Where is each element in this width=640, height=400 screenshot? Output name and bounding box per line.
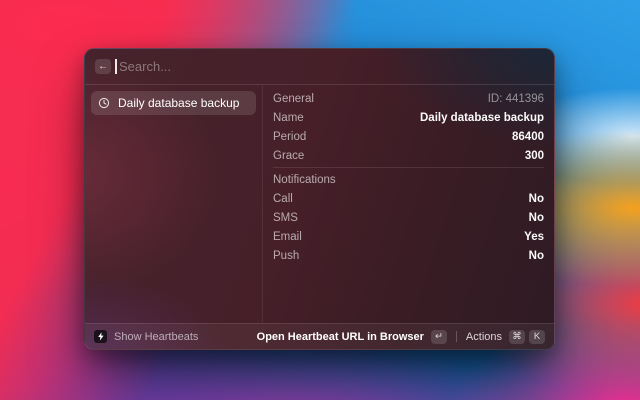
detail-row-value: Daily database backup [420, 112, 544, 124]
detail-row-label: Grace [273, 150, 304, 162]
results-list: Daily database backup [85, 85, 262, 323]
detail-row-label: SMS [273, 212, 298, 224]
command-name-label: Show Heartbeats [114, 331, 198, 343]
k-key: K [529, 330, 545, 344]
detail-row-value: ID: 441396 [488, 93, 544, 105]
actions-menu-button[interactable]: Actions [466, 331, 502, 343]
detail-row-value: Yes [524, 231, 544, 243]
command-key-icon: ⌘ [509, 330, 525, 344]
detail-row: Push No [273, 246, 544, 265]
detail-row-label: General [273, 93, 314, 105]
detail-row-label: Name [273, 112, 304, 124]
command-palette-window: ← Daily database backup General ID: 4413… [84, 48, 555, 350]
list-item-label: Daily database backup [118, 96, 239, 110]
detail-row-label: Push [273, 250, 299, 262]
detail-section-header: General ID: 441396 [273, 89, 544, 108]
detail-row-value: No [529, 212, 544, 224]
detail-row-label: Notifications [273, 174, 336, 186]
detail-panel: General ID: 441396 Name Daily database b… [263, 85, 554, 323]
back-arrow-icon: ← [98, 61, 108, 72]
detail-row: Period 86400 [273, 127, 544, 146]
detail-row-label: Period [273, 131, 306, 143]
detail-row: Call No [273, 189, 544, 208]
content-area: Daily database backup General ID: 441396… [85, 85, 554, 323]
bolt-icon [97, 332, 105, 341]
clock-icon [98, 97, 110, 109]
heartbeat-extension-icon [94, 330, 107, 343]
detail-row: Grace 300 [273, 146, 544, 165]
detail-row-value: No [529, 193, 544, 205]
detail-section-header: Notifications [273, 170, 544, 189]
search-input[interactable] [119, 59, 544, 74]
primary-action-button[interactable]: Open Heartbeat URL in Browser [257, 331, 424, 343]
search-bar: ← [85, 49, 554, 84]
detail-row-label: Email [273, 231, 302, 243]
detail-row: Email Yes [273, 227, 544, 246]
detail-row: Name Daily database backup [273, 108, 544, 127]
text-cursor [115, 59, 117, 74]
return-key-icon: ↵ [431, 330, 447, 344]
detail-row: SMS No [273, 208, 544, 227]
action-bar: Show Heartbeats Open Heartbeat URL in Br… [85, 323, 554, 349]
detail-row-value: No [529, 250, 544, 262]
detail-row-value: 300 [525, 150, 544, 162]
detail-row-value: 86400 [512, 131, 544, 143]
actions-shortcut: ⌘ K [509, 330, 545, 344]
list-item-daily-database-backup[interactable]: Daily database backup [91, 91, 256, 115]
detail-row-label: Call [273, 193, 293, 205]
footer-divider [456, 331, 457, 342]
back-button[interactable]: ← [95, 59, 111, 74]
section-divider [273, 167, 544, 168]
